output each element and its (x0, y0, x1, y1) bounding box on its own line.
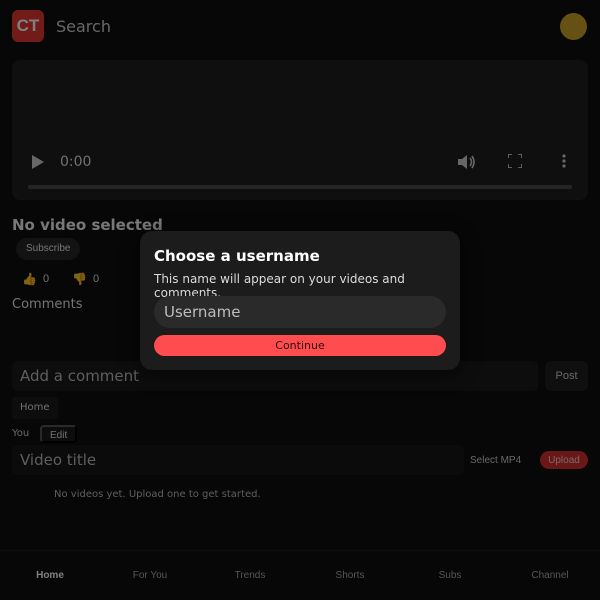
username-input[interactable] (154, 296, 446, 328)
app-root: CT 0:00 No video selected Subscribe 👍 0 … (0, 0, 600, 600)
continue-button[interactable]: Continue (154, 335, 446, 356)
username-modal: Choose a username This name will appear … (140, 231, 460, 370)
modal-title: Choose a username (154, 247, 320, 265)
